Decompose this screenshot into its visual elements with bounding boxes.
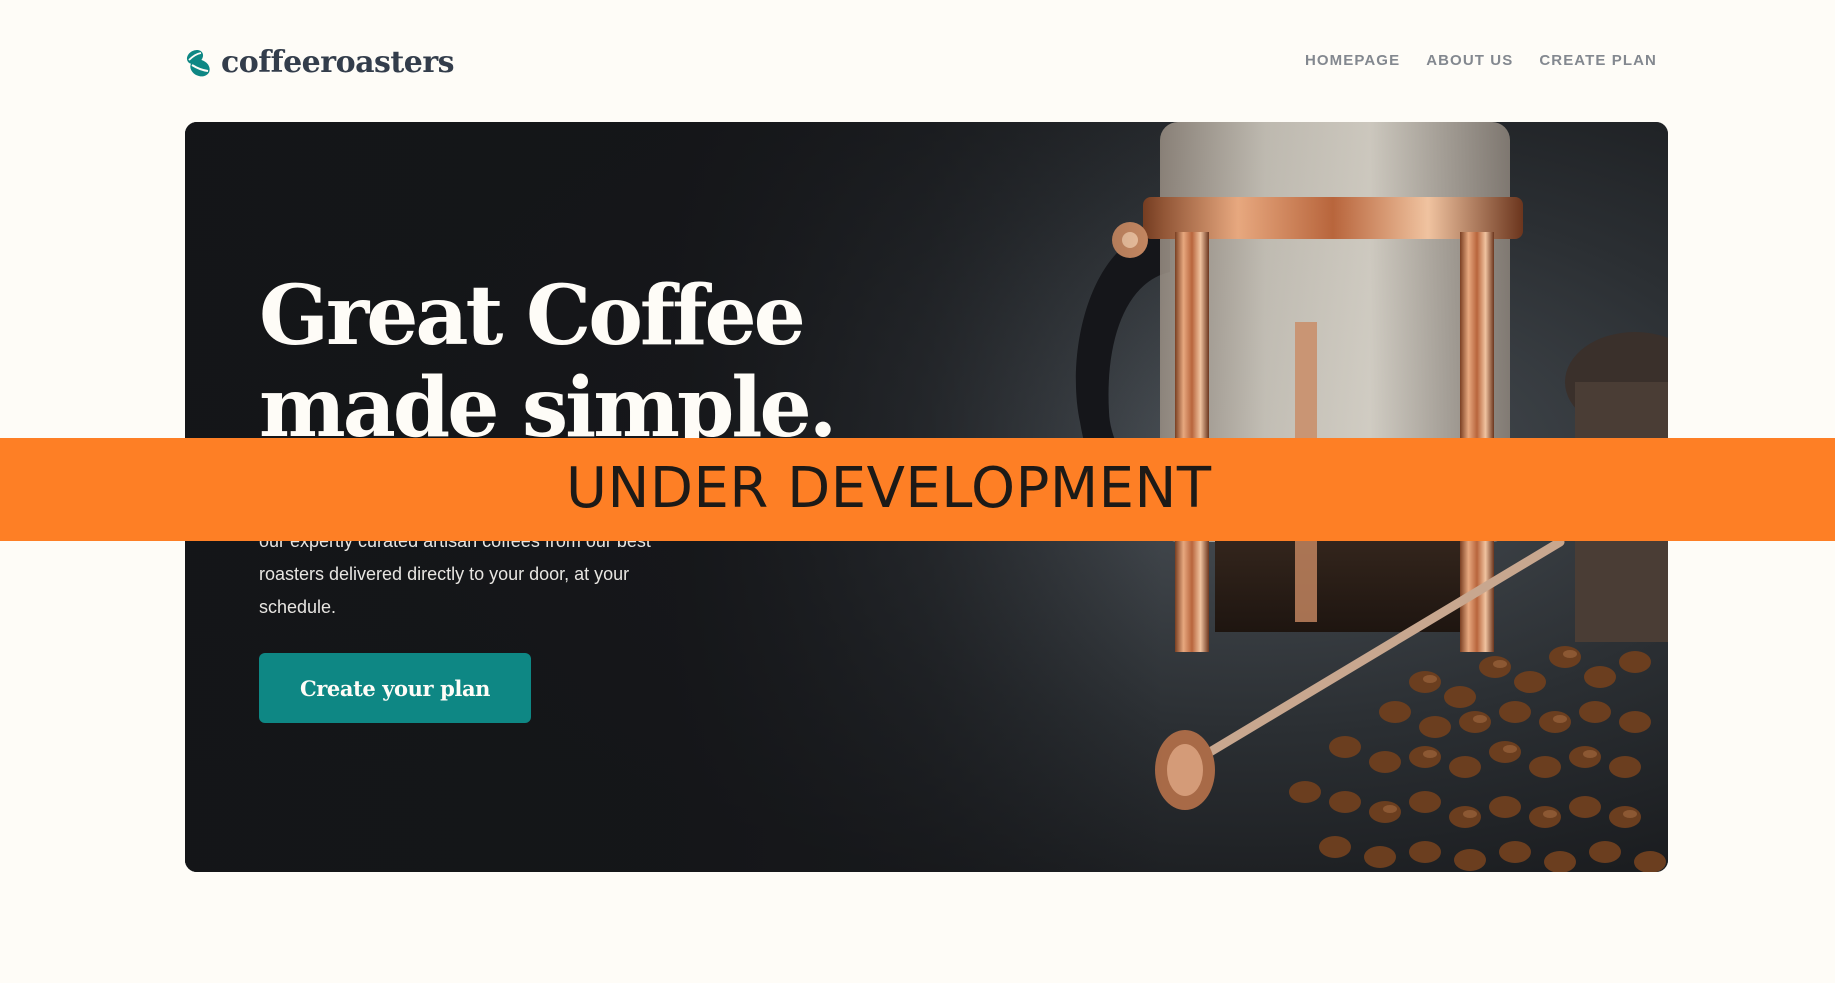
logo-text: coffeeroasters: [221, 45, 455, 80]
hero-title: Great Coffee made simple.: [259, 268, 837, 456]
logo[interactable]: coffeeroasters: [185, 45, 455, 81]
nav-item-homepage[interactable]: HOMEPAGE: [1305, 52, 1400, 69]
coffee-bean-icon: [186, 49, 210, 77]
nav-item-about-us[interactable]: ABOUT US: [1426, 52, 1513, 69]
main-nav: HOMEPAGE ABOUT US CREATE PLAN: [1305, 52, 1657, 69]
site-header: coffeeroasters HOMEPAGE ABOUT US CREATE …: [185, 43, 1657, 83]
banner-label: UNDER DEVELOPMENT: [566, 456, 1212, 521]
under-development-banner: UNDER DEVELOPMENT: [0, 438, 1835, 541]
nav-item-create-plan[interactable]: CREATE PLAN: [1539, 52, 1657, 69]
create-plan-button[interactable]: Create your plan: [259, 653, 531, 723]
